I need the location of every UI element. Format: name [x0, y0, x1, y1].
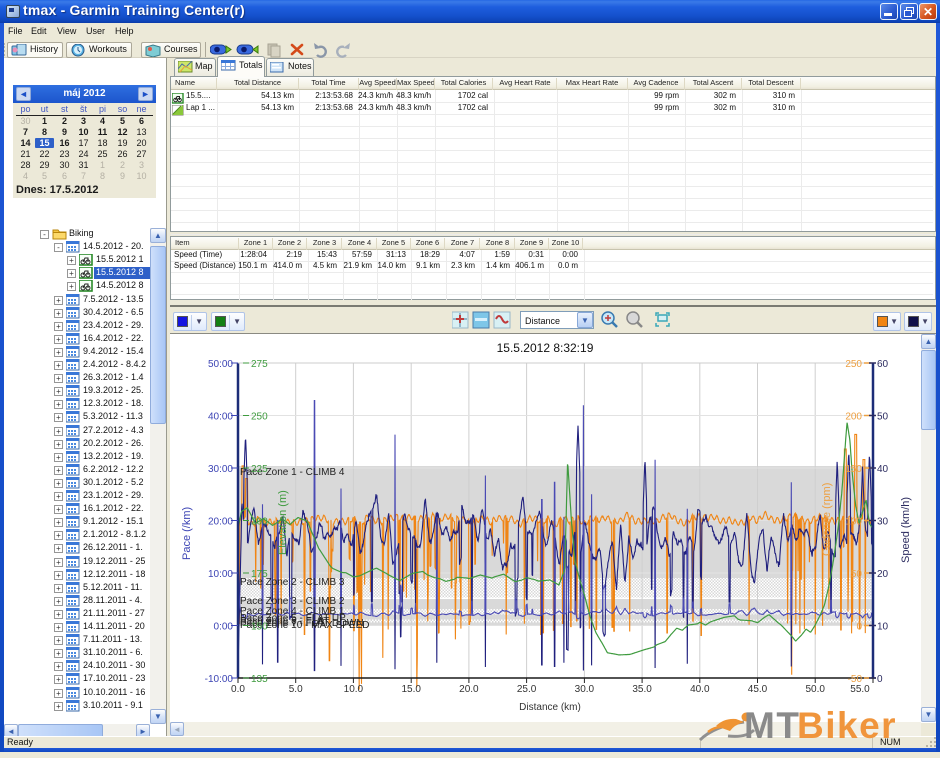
svg-text:40.0: 40.0 — [690, 684, 710, 695]
svg-text:0: 0 — [856, 622, 862, 633]
svg-text:250: 250 — [251, 412, 268, 423]
svg-text:25.0: 25.0 — [517, 684, 537, 695]
svg-text:150: 150 — [251, 622, 268, 633]
svg-text:50.0: 50.0 — [805, 684, 825, 695]
svg-text:15.5.2012 8:32:19: 15.5.2012 8:32:19 — [497, 341, 594, 355]
svg-text:50: 50 — [851, 569, 863, 580]
svg-text:250: 250 — [845, 359, 862, 370]
svg-text:20.0: 20.0 — [459, 684, 479, 695]
svg-text:175: 175 — [251, 569, 268, 580]
svg-text:20: 20 — [877, 569, 889, 580]
svg-text:Distance (km): Distance (km) — [519, 702, 581, 713]
svg-text:5.0: 5.0 — [289, 684, 303, 695]
svg-text:45.0: 45.0 — [748, 684, 768, 695]
svg-text:10:00: 10:00 — [208, 569, 233, 580]
svg-text:55.0: 55.0 — [850, 684, 870, 695]
svg-text:15.0: 15.0 — [401, 684, 421, 695]
svg-text:10: 10 — [877, 622, 889, 633]
svg-text:35.0: 35.0 — [632, 684, 652, 695]
svg-text:Pace (/km): Pace (/km) — [181, 507, 193, 560]
svg-text:225: 225 — [251, 464, 268, 475]
svg-text:-10:00: -10:00 — [205, 674, 234, 685]
svg-text:0.0: 0.0 — [231, 684, 245, 695]
svg-text:30:00: 30:00 — [208, 464, 233, 475]
svg-text:100: 100 — [845, 517, 862, 528]
svg-text:30: 30 — [877, 517, 889, 528]
svg-text:50:00: 50:00 — [208, 359, 233, 370]
svg-text:40:00: 40:00 — [208, 412, 233, 423]
svg-text:20:00: 20:00 — [208, 517, 233, 528]
svg-text:200: 200 — [251, 517, 268, 528]
svg-text:135: 135 — [251, 674, 268, 685]
svg-text:30.0: 30.0 — [575, 684, 595, 695]
svg-text:60: 60 — [877, 359, 889, 370]
svg-text:275: 275 — [251, 359, 268, 370]
svg-text:150: 150 — [845, 464, 862, 475]
svg-text:Speed (km/h): Speed (km/h) — [900, 497, 912, 563]
svg-text:40: 40 — [877, 464, 889, 475]
svg-text:Elevation (m): Elevation (m) — [277, 490, 289, 555]
svg-text:0: 0 — [877, 674, 883, 685]
svg-text:50: 50 — [877, 412, 889, 423]
svg-text:10.0: 10.0 — [344, 684, 364, 695]
svg-text:200: 200 — [845, 412, 862, 423]
svg-text:0:00: 0:00 — [214, 622, 234, 633]
svg-text:Cadence (rpm): Cadence (rpm) — [821, 483, 833, 556]
